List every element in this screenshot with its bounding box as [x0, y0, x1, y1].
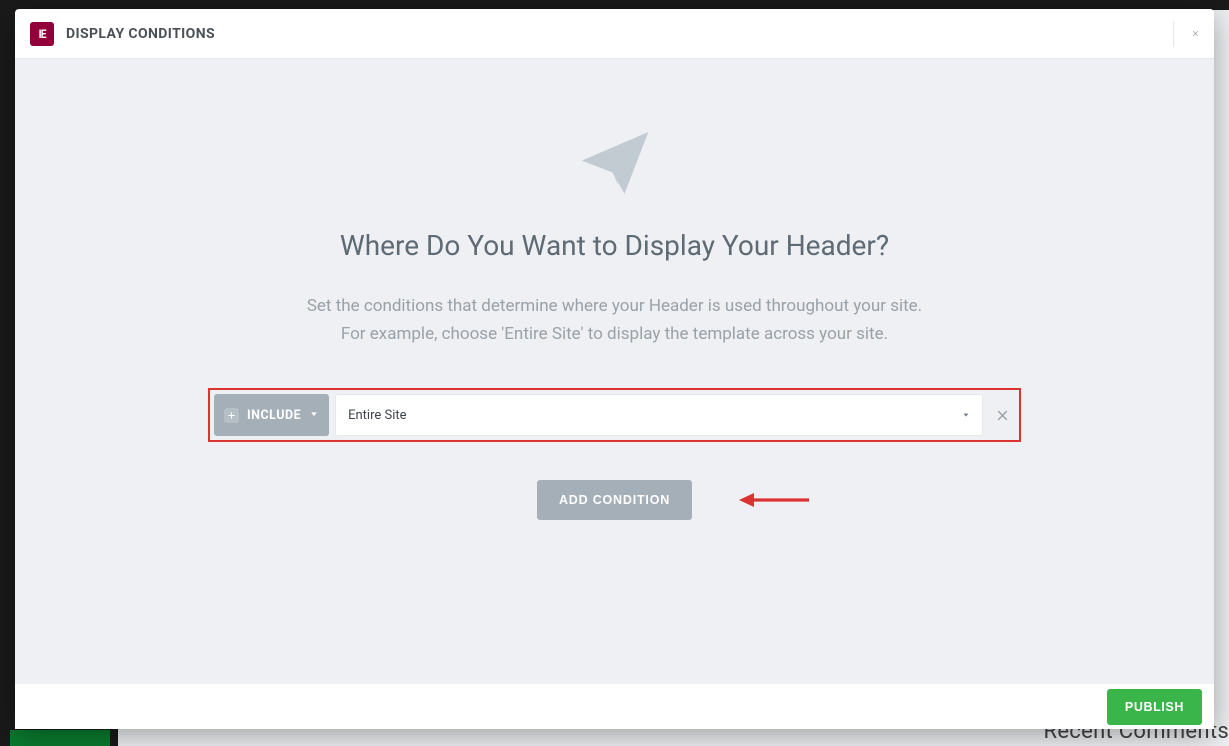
modal-description-line-1: Set the conditions that determine where …	[307, 296, 922, 316]
add-condition-button[interactable]: ADD CONDITION	[537, 480, 692, 520]
condition-mode-label: INCLUDE	[247, 408, 301, 423]
modal-title: DISPLAY CONDITIONS	[66, 26, 215, 42]
publish-button[interactable]: PUBLISH	[1107, 689, 1202, 725]
add-condition-container: ADD CONDITION	[39, 480, 1190, 520]
condition-scope-select[interactable]: Entire Site	[335, 394, 983, 436]
modal-body: Where Do You Want to Display Your Header…	[15, 59, 1214, 683]
paper-plane-icon	[577, 125, 653, 201]
close-icon	[996, 409, 1009, 422]
condition-mode-dropdown[interactable]: INCLUDE	[214, 394, 329, 436]
caret-down-icon	[962, 408, 970, 423]
close-button[interactable]	[1173, 21, 1199, 47]
condition-scope-value: Entire Site	[348, 408, 406, 423]
modal-header: IE DISPLAY CONDITIONS	[15, 9, 1214, 59]
condition-row-highlight: INCLUDE Entire Site	[208, 388, 1021, 442]
paper-plane-illustration	[39, 125, 1190, 201]
background-admin-sidebar-fragment	[10, 730, 110, 746]
display-conditions-modal: IE DISPLAY CONDITIONS Where Do You Want …	[15, 9, 1214, 729]
close-icon	[1192, 26, 1199, 41]
caret-down-icon	[309, 408, 319, 423]
annotation-arrow	[739, 490, 809, 510]
modal-footer: PUBLISH	[15, 683, 1214, 729]
remove-condition-button[interactable]	[989, 394, 1015, 436]
condition-row: INCLUDE Entire Site	[214, 394, 1015, 436]
modal-description: Set the conditions that determine where …	[245, 292, 985, 348]
elementor-logo-icon: IE	[30, 22, 54, 46]
plus-square-icon	[224, 408, 239, 423]
modal-description-line-2: For example, choose 'Entire Site' to dis…	[341, 324, 888, 344]
arrow-left-icon	[739, 490, 809, 510]
modal-headline: Where Do You Want to Display Your Header…	[39, 229, 1190, 262]
